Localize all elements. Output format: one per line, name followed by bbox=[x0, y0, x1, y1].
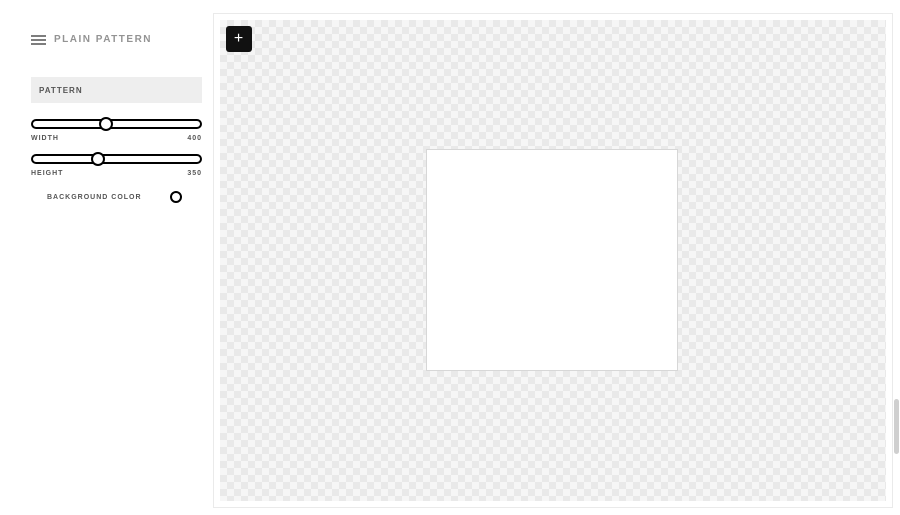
canvas-inner: + bbox=[213, 13, 893, 508]
width-slider[interactable] bbox=[31, 119, 202, 129]
height-slider-block: HEIGHT 350 bbox=[31, 154, 202, 177]
height-value: 350 bbox=[187, 170, 202, 177]
background-color-swatch[interactable] bbox=[170, 191, 182, 203]
width-value: 400 bbox=[187, 135, 202, 142]
height-labels: HEIGHT 350 bbox=[31, 170, 202, 177]
width-slider-thumb[interactable] bbox=[99, 117, 113, 131]
menu-icon[interactable] bbox=[31, 32, 46, 47]
background-color-row: BACKGROUND COLOR bbox=[47, 191, 182, 203]
background-color-label: BACKGROUND COLOR bbox=[47, 194, 142, 201]
section-header-label: PATTERN bbox=[39, 86, 83, 95]
sliders-container: WIDTH 400 HEIGHT 350 BACKGROUND COLOR bbox=[31, 119, 202, 203]
width-label: WIDTH bbox=[31, 135, 59, 142]
plus-icon: + bbox=[234, 30, 244, 48]
artboard[interactable] bbox=[426, 149, 678, 371]
canvas-area: + bbox=[213, 0, 900, 515]
height-label: HEIGHT bbox=[31, 170, 63, 177]
height-slider[interactable] bbox=[31, 154, 202, 164]
add-button[interactable]: + bbox=[226, 26, 252, 52]
sidebar: PLAIN PATTERN PATTERN WIDTH 400 HEIGHT 3… bbox=[0, 0, 213, 515]
width-slider-block: WIDTH 400 bbox=[31, 119, 202, 142]
app-title: PLAIN PATTERN bbox=[54, 34, 152, 45]
brand: PLAIN PATTERN bbox=[31, 32, 198, 47]
height-slider-thumb[interactable] bbox=[91, 152, 105, 166]
width-labels: WIDTH 400 bbox=[31, 135, 202, 142]
section-header-pattern[interactable]: PATTERN bbox=[31, 77, 202, 103]
vertical-scrollbar[interactable] bbox=[894, 399, 899, 454]
